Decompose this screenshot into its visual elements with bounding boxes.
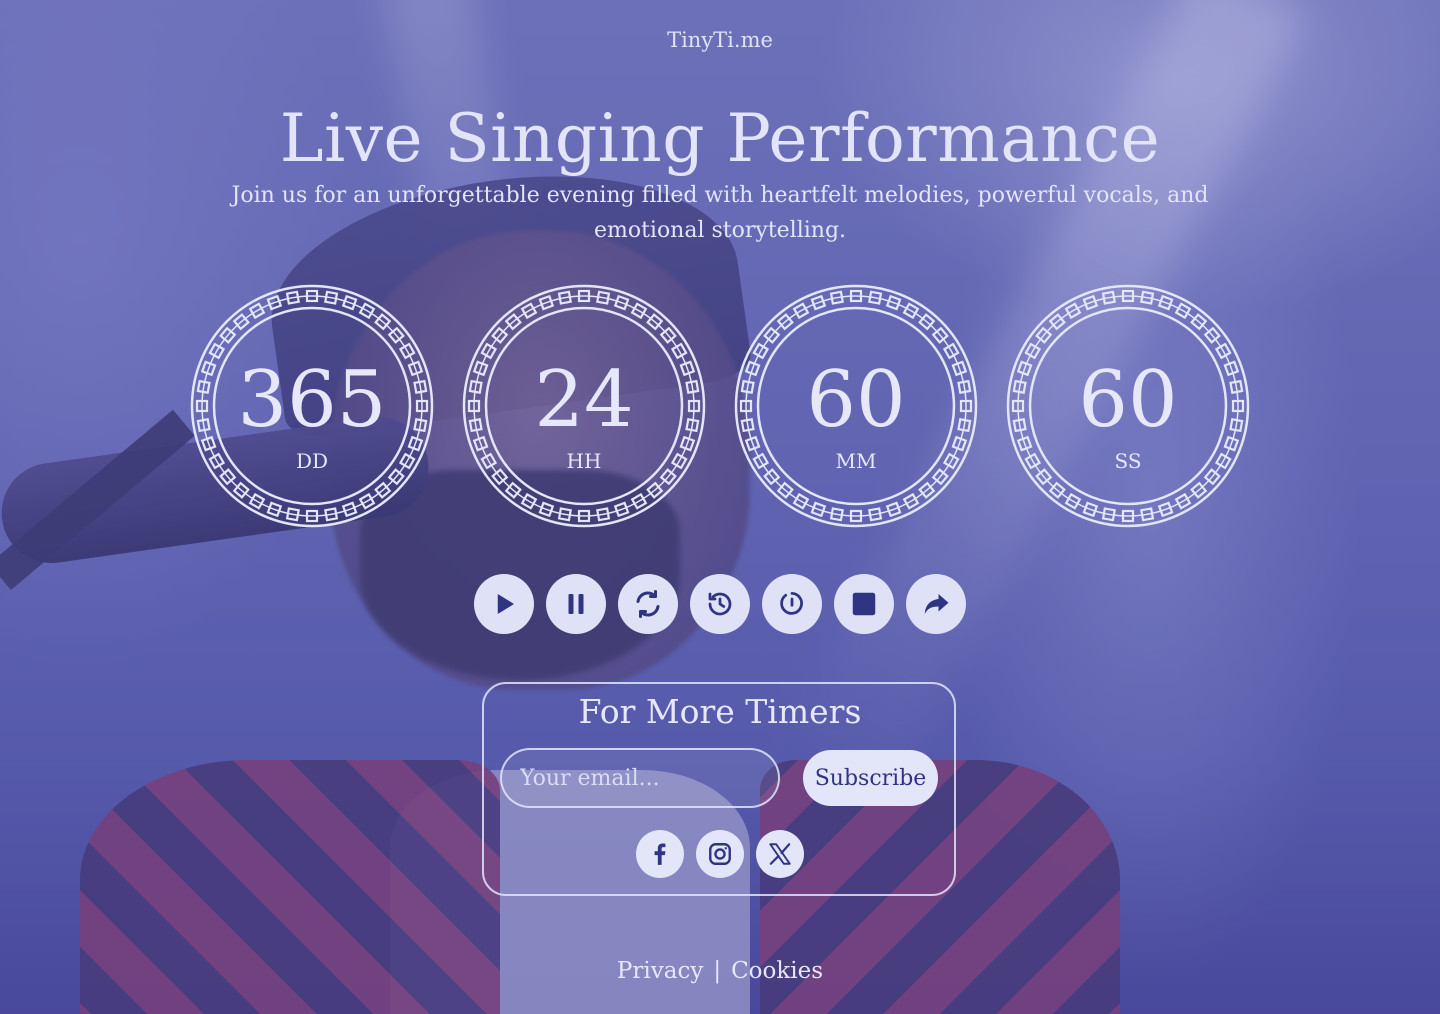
share-icon	[924, 594, 949, 614]
instagram-icon	[709, 843, 731, 865]
play-icon	[497, 594, 514, 614]
pause-button[interactable]	[546, 574, 606, 634]
history-icon	[708, 592, 732, 616]
x-link[interactable]	[756, 830, 804, 878]
history-button[interactable]	[690, 574, 750, 634]
play-button[interactable]	[474, 574, 534, 634]
facebook-link[interactable]	[636, 830, 684, 878]
countdown-seconds-value: 60	[1078, 355, 1178, 445]
subscribe-title: For More Timers	[578, 692, 862, 731]
cookies-link[interactable]: Cookies	[731, 958, 823, 984]
timer-reset-button[interactable]	[762, 574, 822, 634]
footer: Privacy | Cookies	[0, 958, 1440, 984]
refresh-icon	[636, 590, 660, 618]
pause-icon	[568, 594, 584, 614]
countdown-minutes-value: 60	[806, 355, 906, 445]
footer-separator: |	[713, 958, 722, 984]
countdown-minutes-label: MM	[835, 449, 877, 473]
subscribe-button[interactable]: Subscribe	[803, 750, 938, 806]
countdown-days: 365 DD	[190, 284, 434, 528]
instagram-link[interactable]	[696, 830, 744, 878]
x-icon	[769, 843, 791, 865]
countdown-seconds-label: SS	[1114, 449, 1142, 473]
countdown-hours-value: 24	[534, 355, 634, 445]
stop-icon	[852, 592, 876, 616]
countdown-days-label: DD	[295, 449, 329, 473]
countdown-hours: 24 HH	[462, 284, 706, 528]
countdown-minutes: 60 MM	[734, 284, 978, 528]
restart-button[interactable]	[618, 574, 678, 634]
countdown-seconds: 60 SS	[1006, 284, 1250, 528]
facebook-icon	[654, 843, 666, 865]
page-title: Live Singing Performance	[279, 100, 1161, 177]
stop-button[interactable]	[834, 574, 894, 634]
brand-logo[interactable]: TinyTi.me	[0, 28, 1440, 52]
privacy-link[interactable]: Privacy	[617, 958, 703, 984]
email-input[interactable]	[500, 748, 780, 808]
countdown-hours-label: HH	[566, 449, 602, 473]
timer-reset-icon	[780, 592, 803, 615]
share-button[interactable]	[906, 574, 966, 634]
page-subtitle: Join us for an unforgettable evening fil…	[231, 183, 1209, 243]
countdown-days-value: 365	[237, 355, 387, 445]
